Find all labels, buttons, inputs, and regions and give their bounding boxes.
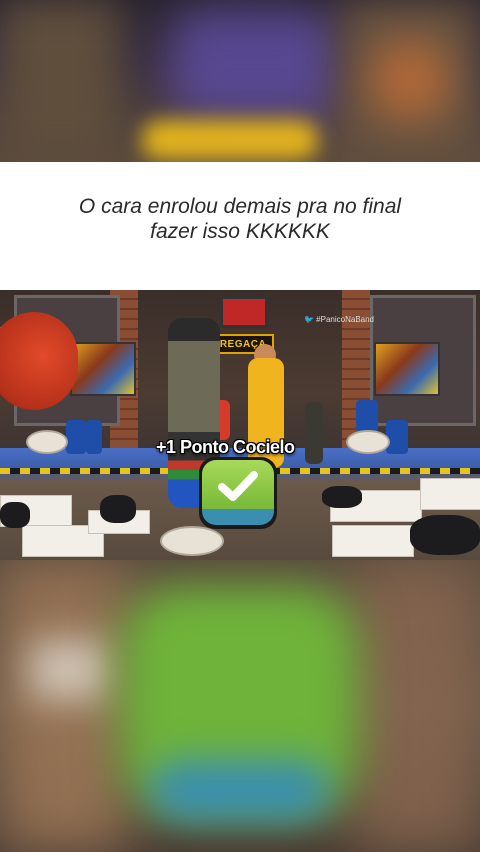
barrel [66,420,86,454]
graffiti-panel [70,342,136,396]
barrel [356,400,378,432]
foam-block [420,478,480,510]
cable-spool [346,430,390,454]
foam-block [332,525,414,557]
blurred-background-top [0,0,480,162]
watermark-handle: 🐦 #PanicoNaBand [304,315,375,324]
trash-bag [100,495,136,523]
person [305,402,323,464]
check-badge [199,457,277,529]
trash-bag [410,515,480,555]
caption-area: O cara enrolou demais pra no final fazer… [0,162,480,290]
stage-screen [220,296,268,328]
trash-bag [0,502,30,528]
video-frame[interactable]: REGAÇA 🐦 #PanicoNaBand +1 Ponto Cocielo [0,290,480,560]
barrel [386,420,408,454]
cable-spool [26,430,68,454]
blurred-background-bottom [0,560,480,852]
cable-spool [160,526,224,556]
boxing-glove [0,312,78,410]
caption-line-2: fazer isso KKKKKK [150,220,330,243]
caption-line-1: O cara enrolou demais pra no final [78,195,402,218]
post-caption: O cara enrolou demais pra no final fazer… [40,194,440,244]
points-overlay-label: +1 Ponto Cocielo [156,437,295,457]
check-icon [218,471,258,501]
graffiti-panel [374,342,440,396]
trash-bag [322,486,362,508]
barrel [86,420,102,454]
